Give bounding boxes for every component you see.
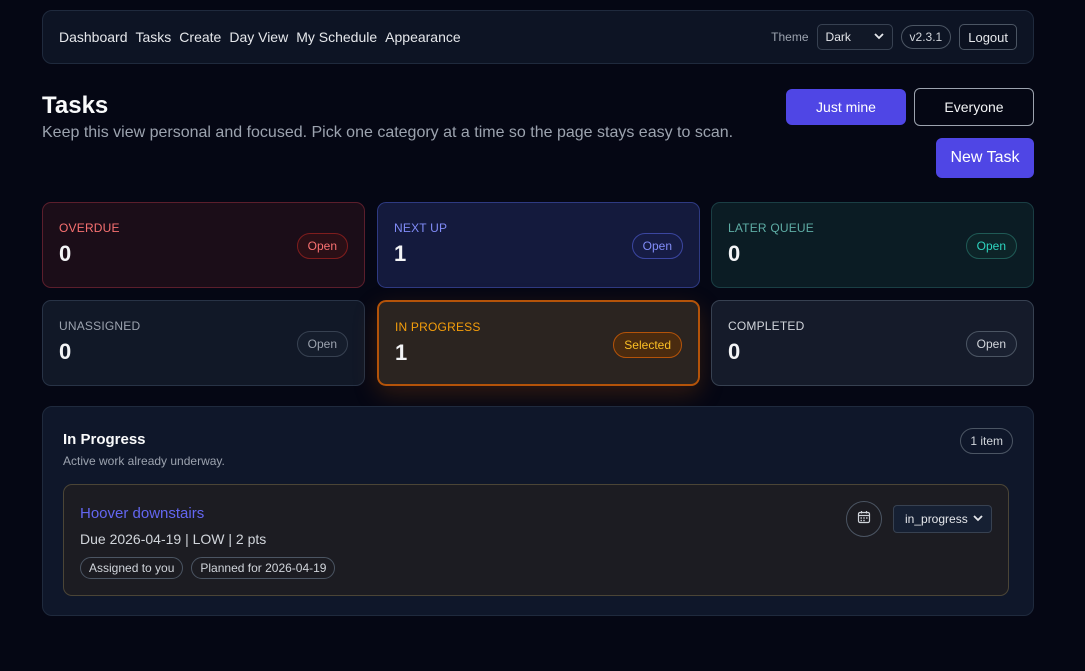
nav-link-my-schedule[interactable]: My Schedule: [296, 29, 377, 45]
status-select-value: in_progress: [905, 512, 968, 526]
section-title: In Progress: [63, 431, 146, 448]
section-subtitle: Active work already underway.: [63, 454, 225, 468]
card-badge[interactable]: Open: [296, 233, 348, 259]
card-completed[interactable]: COMPLETED 0 Open: [711, 300, 1034, 386]
task-title-link[interactable]: Hoover downstairs: [80, 505, 204, 522]
page-subtitle: Keep this view personal and focused. Pic…: [42, 124, 734, 141]
task-tags: Assigned to you Planned for 2026-04-19: [80, 557, 336, 579]
card-badge[interactable]: Open: [296, 331, 348, 357]
nav-links: Dashboard Tasks Create Day View My Sched…: [59, 29, 461, 45]
tag-planned: Planned for 2026-04-19: [191, 557, 336, 579]
nav-right: Theme Dark v2.3.1 Logout: [771, 24, 1017, 50]
card-badge[interactable]: Open: [631, 233, 683, 259]
card-badge[interactable]: Open: [965, 233, 1017, 259]
theme-select-value: Dark: [825, 30, 851, 44]
item-count-badge: 1 item: [960, 428, 1013, 454]
nav-link-dashboard[interactable]: Dashboard: [59, 29, 128, 45]
top-nav: Dashboard Tasks Create Day View My Sched…: [42, 10, 1034, 64]
nav-link-tasks[interactable]: Tasks: [136, 29, 172, 45]
card-badge-selected[interactable]: Selected: [613, 332, 682, 358]
status-select[interactable]: in_progress: [893, 505, 992, 533]
task-meta: Due 2026-04-19 | LOW | 2 pts: [80, 531, 267, 547]
new-task-button[interactable]: New Task: [936, 138, 1034, 178]
card-overdue[interactable]: OVERDUE 0 Open: [42, 202, 365, 288]
chevron-down-icon: [873, 31, 884, 44]
everyone-button[interactable]: Everyone: [914, 88, 1034, 126]
theme-label: Theme: [771, 30, 809, 44]
card-later-queue[interactable]: LATER QUEUE 0 Open: [711, 202, 1034, 288]
card-unassigned[interactable]: UNASSIGNED 0 Open: [42, 300, 365, 386]
in-progress-section: In Progress Active work already underway…: [42, 406, 1034, 616]
tag-assigned: Assigned to you: [80, 557, 184, 579]
card-next-up[interactable]: NEXT UP 1 Open: [377, 202, 700, 288]
page-title: Tasks: [42, 92, 109, 119]
schedule-button[interactable]: [846, 501, 882, 537]
version-badge: v2.3.1: [900, 25, 952, 49]
theme-select[interactable]: Dark: [816, 24, 893, 50]
card-badge[interactable]: Open: [965, 331, 1017, 357]
logout-button[interactable]: Logout: [959, 24, 1017, 50]
just-mine-button[interactable]: Just mine: [786, 89, 906, 125]
nav-link-day-view[interactable]: Day View: [229, 29, 288, 45]
calendar-icon: [857, 510, 871, 529]
chevron-down-icon: [973, 512, 983, 526]
nav-link-create[interactable]: Create: [179, 29, 221, 45]
task-card: Hoover downstairs Due 2026-04-19 | LOW |…: [63, 484, 1009, 596]
card-in-progress[interactable]: IN PROGRESS 1 Selected: [377, 300, 700, 386]
nav-link-appearance[interactable]: Appearance: [385, 29, 461, 45]
